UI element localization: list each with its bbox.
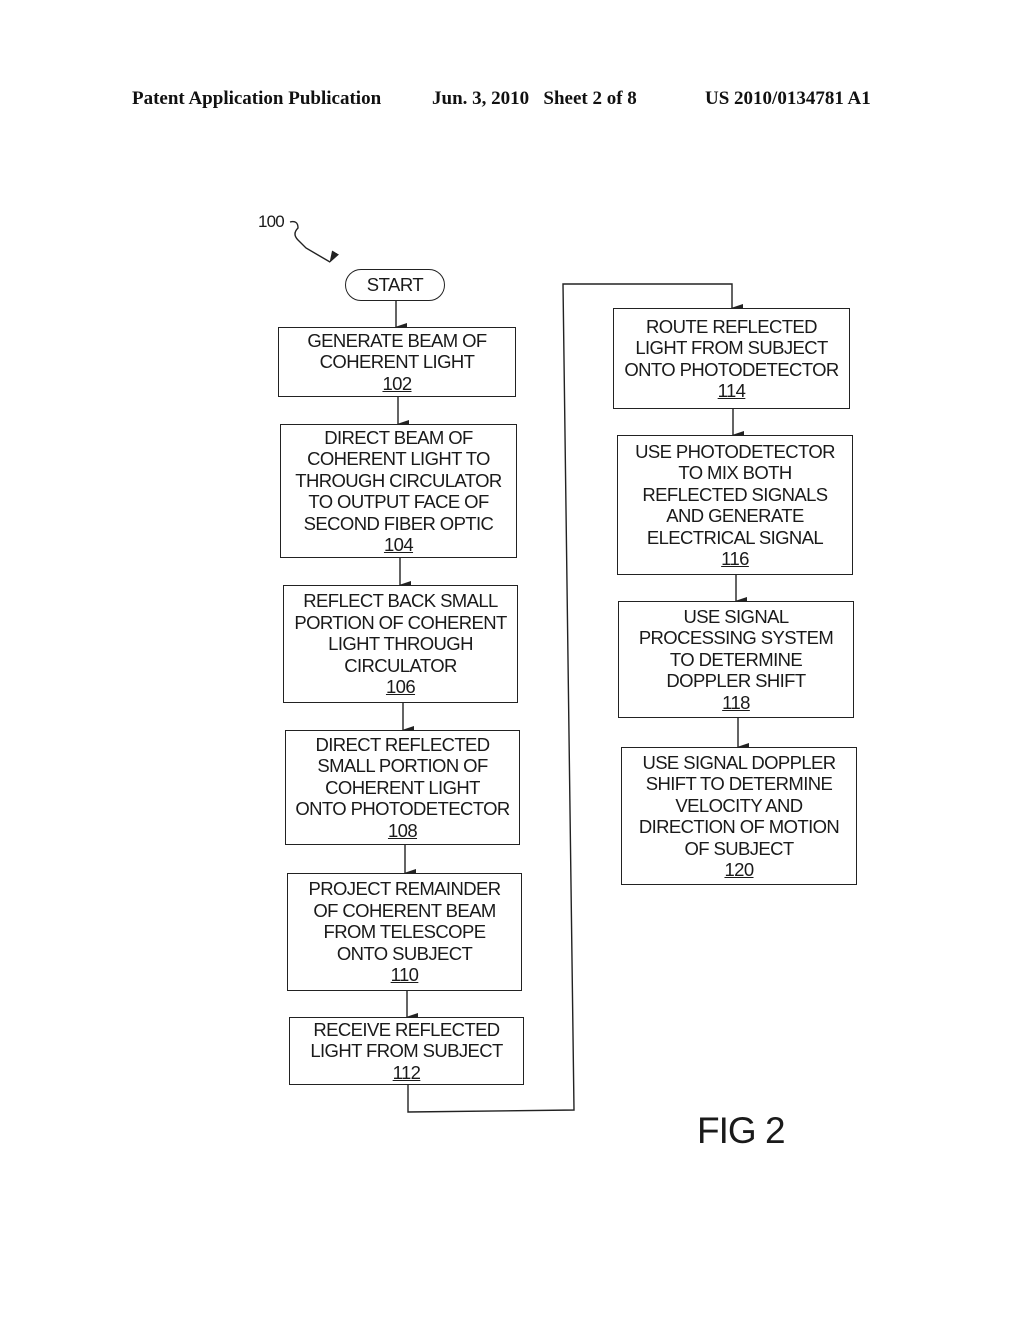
step-reference-number: 120: [724, 859, 754, 880]
step-text-line: PROJECT REMAINDER: [308, 878, 502, 900]
step-text-line: GENERATE BEAM OF: [307, 329, 487, 351]
step-102: GENERATE BEAM OF COHERENT LIGHT 102: [278, 327, 516, 397]
step-text-line: OF SUBJECT: [684, 837, 794, 859]
step-text-line: SMALL PORTION OF: [317, 755, 488, 777]
step-text-line: ONTO SUBJECT: [336, 942, 473, 964]
step-text-line: SHIFT TO DETERMINE: [645, 773, 833, 794]
step-text-line: AND GENERATE: [666, 505, 804, 526]
step-text-line: THROUGH CIRCULATOR: [295, 469, 502, 491]
step-reference-number: 118: [722, 691, 750, 713]
step-104: DIRECT BEAM OF COHERENT LIGHT TO THROUGH C…: [280, 424, 517, 558]
step-text-line: USE SIGNAL: [683, 605, 789, 627]
step-114: ROUTE REFLECTED LIGHT FROM SUBJECT ONTO PH…: [613, 308, 850, 409]
step-reference-number: 108: [387, 819, 418, 841]
patent-number: US 2010/0134781 A1: [705, 88, 871, 109]
step-reference-number: 104: [383, 534, 414, 555]
step-text-line: DIRECT REFLECTED: [315, 733, 490, 755]
step-text-line: LIGHT FROM SUBJECT: [310, 1040, 503, 1062]
step-reference-number: 112: [392, 1061, 421, 1083]
reference-leader-arrow: [289, 220, 339, 263]
step-108: DIRECT REFLECTED SMALL PORTION OF COHERENT…: [285, 730, 520, 845]
step-text-line: CIRCULATOR: [344, 654, 457, 676]
step-text-line: USE SIGNAL DOPPLER: [642, 751, 836, 773]
publication-title: Patent Application Publication: [132, 88, 382, 109]
step-text-line: TO MIX BOTH: [678, 462, 792, 483]
step-text-line: ONTO PHOTODETECTOR: [624, 358, 839, 380]
step-118: USE SIGNAL PROCESSING SYSTEM TO DETERMINE D…: [618, 601, 854, 718]
step-text-line: DIRECT BEAM OF: [324, 426, 473, 448]
step-106: REFLECT BACK SMALL PORTION OF COHERENT LIG…: [283, 585, 518, 703]
step-text-line: PROCESSING SYSTEM: [638, 627, 834, 649]
step-text-line: COHERENT LIGHT: [319, 351, 475, 373]
step-116: USE PHOTODETECTOR TO MIX BOTH REFLECTED SI…: [617, 435, 853, 575]
step-text-line: TO OUTPUT FACE OF: [308, 491, 489, 512]
step-112: RECEIVE REFLECTED LIGHT FROM SUBJECT 112: [289, 1017, 524, 1085]
step-text-line: PORTION OF COHERENT: [294, 611, 507, 633]
step-110: PROJECT REMAINDER OF COHERENT BEAM FROM TE…: [287, 873, 522, 991]
step-reference-number: 110: [390, 964, 419, 986]
step-reference-number: 106: [385, 676, 416, 698]
step-text-line: REFLECT BACK SMALL: [303, 590, 498, 612]
step-text-line: VELOCITY AND: [675, 794, 803, 816]
step-text-line: OF COHERENT BEAM: [313, 899, 496, 921]
step-text-line: COHERENT LIGHT TO: [307, 448, 490, 469]
step-reference-number: 114: [717, 380, 746, 401]
step-text-line: RECEIVE REFLECTED: [313, 1018, 500, 1040]
step-reference-number: 102: [382, 372, 412, 394]
step-text-line: USE PHOTODETECTOR: [635, 440, 835, 462]
figure-label: FIG 2: [697, 1110, 786, 1151]
step-text-line: FROM TELESCOPE: [323, 921, 487, 943]
step-text-line: DOPPLER SHIFT: [666, 670, 806, 692]
step-text-line: COHERENT LIGHT: [325, 776, 480, 798]
step-text-line: DIRECTION OF MOTION: [638, 816, 840, 837]
step-120: USE SIGNAL DOPPLER SHIFT TO DETERMINE VELO…: [621, 747, 857, 885]
start-terminal: START: [345, 269, 445, 301]
reference-label: 100: [258, 212, 285, 231]
start-label: START: [366, 274, 424, 295]
step-reference-number: 116: [721, 548, 749, 569]
step-text-line: LIGHT FROM SUBJECT: [635, 337, 828, 358]
step-text-line: ONTO PHOTODETECTOR: [295, 798, 510, 820]
date-sheet: Jun. 3, 2010 Sheet 2 of 8: [432, 88, 637, 109]
step-text-line: SECOND FIBER OPTIC: [303, 512, 494, 534]
step-text-line: TO DETERMINE: [669, 648, 803, 670]
step-text-line: ELECTRICAL SIGNAL: [646, 526, 824, 548]
step-text-line: ROUTE REFLECTED: [646, 315, 817, 337]
step-text-line: LIGHT THROUGH: [328, 633, 473, 655]
step-text-line: REFLECTED SIGNALS: [642, 483, 828, 505]
